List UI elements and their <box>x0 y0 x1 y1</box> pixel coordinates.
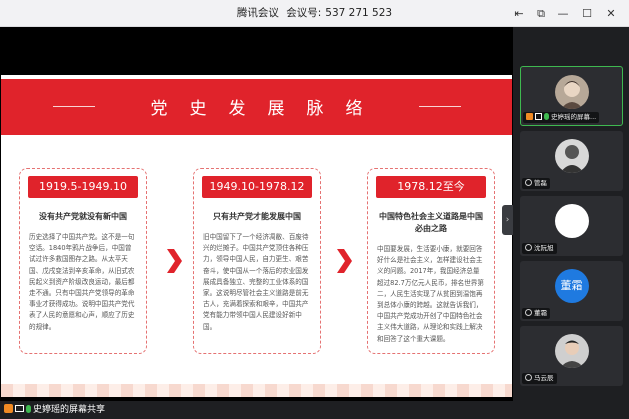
screen-share-icon <box>15 405 24 412</box>
avatar <box>554 75 589 109</box>
participant-tile[interactable]: 董霜 董霜 <box>520 261 623 321</box>
title-bar: 腾讯会议 会议号: 537 271 523 ⇤ ⧉ — ☐ ✕ <box>0 0 629 27</box>
card-period: 1949.10-1978.12 <box>202 176 312 198</box>
participant-nametag: 史婷瑶的屏幕... <box>523 112 600 123</box>
participant-tile[interactable]: 史婷瑶的屏幕... <box>520 66 623 126</box>
card-heading: 只有共产党才能发展中国 <box>213 212 301 221</box>
card-body: 中国要发展，生活要小康，就要回答好什么是社会主义，怎样建设社会主义的问题。201… <box>377 245 484 343</box>
screen-share-label[interactable]: 史婷瑶的屏幕共享 <box>4 403 105 417</box>
card-heading: 没有共产党就没有新中国 <box>39 212 127 221</box>
participant-nametag: 沈阮旭 <box>522 243 557 254</box>
participant-tile[interactable]: 管磊 <box>520 131 623 191</box>
participant-name: 管磊 <box>534 179 547 187</box>
timeline-card-3: 1978.12至今 中国特色社会主义道路是中国必由之路 中国要发展，生活要小康，… <box>367 168 495 354</box>
avatar <box>554 139 589 173</box>
minimize-button[interactable]: — <box>553 0 573 27</box>
participant-nametag: 董霜 <box>522 308 550 319</box>
chevron-right-icon <box>337 249 352 273</box>
host-icon <box>526 113 533 120</box>
exit-fullscreen-icon[interactable]: ⇤ <box>509 0 529 27</box>
mic-icon <box>544 113 549 120</box>
participant-panel: 史婷瑶的屏幕... 管磊 沈阮旭 董霜 董霜 马云辰 <box>513 27 629 419</box>
avatar <box>554 204 589 238</box>
avatar <box>554 334 589 368</box>
share-label-text: 史婷瑶的屏幕共享 <box>33 405 106 415</box>
mic-muted-icon <box>525 179 532 186</box>
participant-name: 马云辰 <box>534 374 554 382</box>
app-name: 腾讯会议 <box>236 7 279 19</box>
host-icon <box>4 404 13 413</box>
close-button[interactable]: ✕ <box>601 0 621 27</box>
participant-name: 董霜 <box>534 309 547 317</box>
collapse-panel-button[interactable]: › <box>502 205 513 235</box>
participant-nametag: 管磊 <box>522 178 550 189</box>
meeting-id[interactable]: 537 271 523 <box>325 7 392 19</box>
slide-footer-pattern <box>1 384 512 397</box>
screen-share-icon <box>535 113 542 120</box>
mic-muted-icon <box>525 309 532 316</box>
card-period: 1919.5-1949.10 <box>28 176 138 198</box>
card-body: 历史选择了中国共产党。这不是一句空话。1840年鸦片战争后，中国曾试过许多救国图… <box>29 233 135 331</box>
participant-tile[interactable]: 马云辰 <box>520 326 623 386</box>
mic-muted-icon <box>525 244 532 251</box>
participant-name: 史婷瑶的屏幕... <box>551 113 597 121</box>
card-period: 1978.12至今 <box>376 176 486 198</box>
presentation-slide: 党史发展脉络 1919.5-1949.10 没有共产党就没有新中国 历史选择了中… <box>1 75 512 397</box>
header-rule-right <box>419 106 461 107</box>
maximize-button[interactable]: ☐ <box>577 0 597 27</box>
card-body: 旧中国留下了一个经济凋敝、百废待兴的烂摊子。中国共产党顶住各种压力，领导中国人民… <box>203 233 309 331</box>
participant-nametag: 马云辰 <box>522 373 557 384</box>
participant-name: 沈阮旭 <box>534 244 554 252</box>
meeting-window: 腾讯会议 会议号: 537 271 523 ⇤ ⧉ — ☐ ✕ 党史发展脉络 19… <box>0 0 629 419</box>
avatar: 董霜 <box>554 269 589 303</box>
meeting-id-label: 会议号: <box>286 7 322 19</box>
shared-screen[interactable]: 党史发展脉络 1919.5-1949.10 没有共产党就没有新中国 历史选择了中… <box>0 27 513 401</box>
timeline-card-2: 1949.10-1978.12 只有共产党才能发展中国 旧中国留下了一个经济凋敝… <box>193 168 321 354</box>
card-heading: 中国特色社会主义道路是中国必由之路 <box>379 212 483 233</box>
bottom-bar: 史婷瑶的屏幕共享 <box>0 401 513 419</box>
slide-header: 党史发展脉络 <box>1 79 512 135</box>
chevron-right-icon <box>167 249 182 273</box>
mic-icon <box>26 405 31 413</box>
timeline-card-1: 1919.5-1949.10 没有共产党就没有新中国 历史选择了中国共产党。这不… <box>19 168 147 354</box>
pip-icon[interactable]: ⧉ <box>531 0 551 27</box>
mic-muted-icon <box>525 374 532 381</box>
participant-tile[interactable]: 沈阮旭 <box>520 196 623 256</box>
